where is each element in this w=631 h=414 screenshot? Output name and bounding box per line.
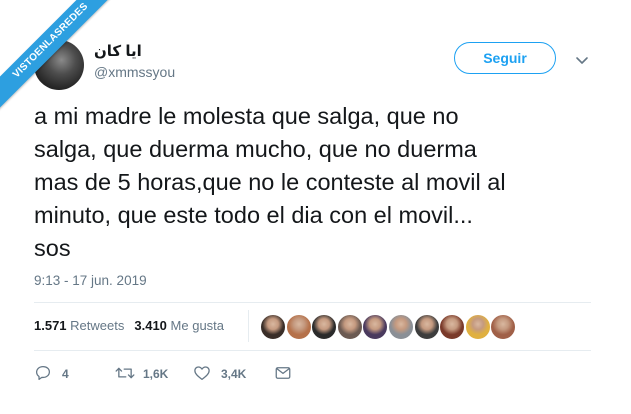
retweets-count: 1.571 <box>34 318 67 333</box>
likes-count: 3.410 <box>134 318 167 333</box>
heart-icon <box>194 366 210 381</box>
liker-avatar-3[interactable] <box>311 314 338 340</box>
liker-avatar-2[interactable] <box>285 314 312 340</box>
direct-message-button[interactable] <box>274 363 294 385</box>
stats-separator <box>248 310 249 342</box>
retweet-count: 1,6K <box>143 367 169 381</box>
liker-avatar-7[interactable] <box>413 314 440 340</box>
watermark-ribbon: VISTOENLASREDES <box>0 0 130 130</box>
liker-avatar-4[interactable] <box>336 314 363 340</box>
liker-avatar-5[interactable] <box>362 314 389 340</box>
watermark-text: VISTOENLASREDES <box>0 0 126 116</box>
retweet-icon <box>115 367 135 379</box>
chevron-down-icon[interactable] <box>574 52 590 68</box>
likes-stat[interactable]: 3.410 Me gusta <box>134 318 224 333</box>
like-count: 3,4K <box>221 367 247 381</box>
engagement-stats: 1.571 Retweets 3.410 Me gusta <box>34 318 224 333</box>
reply-icon <box>35 365 51 381</box>
tweet-card: VISTOENLASREDES ايا كان @xmmssyou Seguir… <box>0 0 631 414</box>
liker-avatar-8[interactable] <box>439 314 466 340</box>
divider <box>34 302 591 303</box>
reply-count: 4 <box>62 367 69 381</box>
like-button[interactable]: 3,4K <box>193 363 263 385</box>
follow-button[interactable]: Seguir <box>454 42 556 74</box>
liker-avatar-6[interactable] <box>388 314 414 340</box>
divider <box>34 350 591 351</box>
liker-avatar-1[interactable] <box>260 314 286 340</box>
envelope-icon <box>275 367 291 379</box>
action-bar: 4 1,6K 3,4K <box>34 363 334 385</box>
likes-label: Me gusta <box>170 318 225 333</box>
retweets-stat[interactable]: 1.571 Retweets <box>34 318 124 333</box>
retweet-button[interactable]: 1,6K <box>115 363 185 385</box>
liker-avatar-9[interactable] <box>464 314 491 340</box>
liker-avatar-10[interactable] <box>490 314 517 340</box>
retweets-label: Retweets <box>70 318 125 333</box>
reply-button[interactable]: 4 <box>34 363 84 385</box>
tweet-timestamp[interactable]: 9:13 - 17 jun. 2019 <box>34 273 147 288</box>
